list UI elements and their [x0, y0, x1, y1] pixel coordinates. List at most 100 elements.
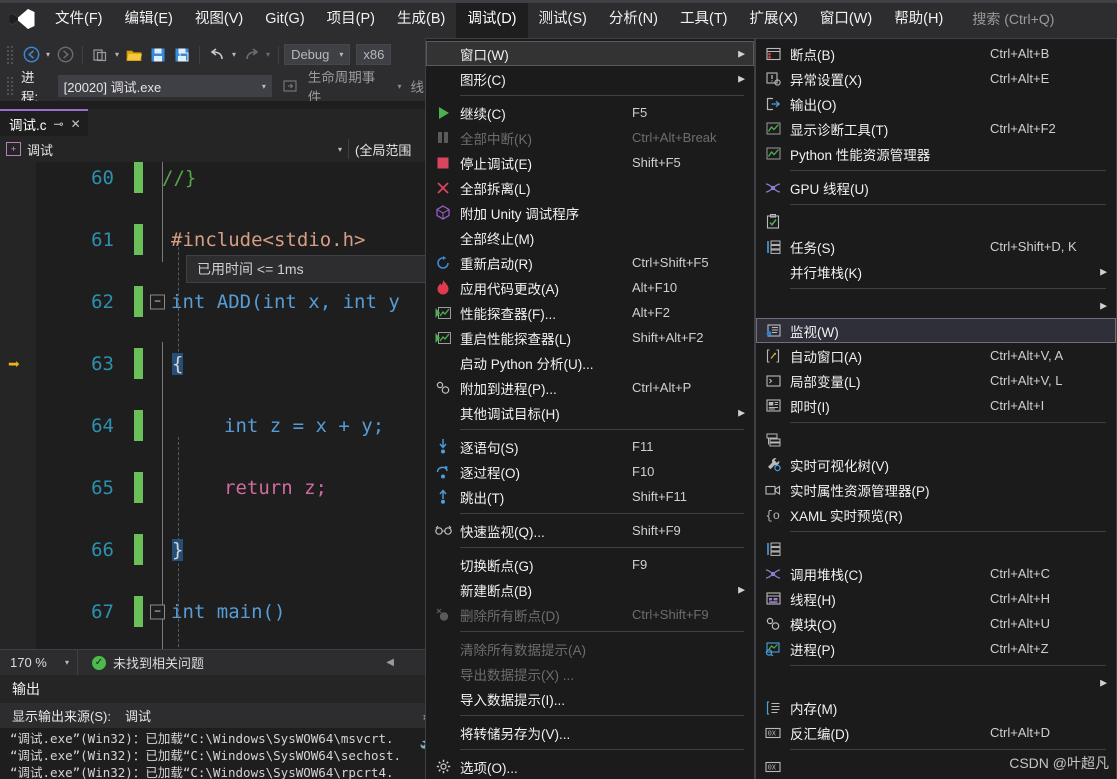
back-history-caret-icon[interactable]: ▾	[46, 50, 50, 59]
submenu-item-xaml-binding-failures[interactable]: {o} XAML 实时预览(R)	[756, 502, 1116, 527]
menubar-item-edit[interactable]: 编辑(E)	[114, 0, 184, 38]
undo-history-caret-icon[interactable]: ▾	[232, 50, 236, 59]
nav-scope-combo[interactable]: (全局范围	[349, 136, 417, 162]
menu-item-step-into[interactable]: 逐语句(S) F11	[426, 434, 754, 459]
menubar-item-tools[interactable]: 工具(T)	[669, 0, 739, 38]
menu-item-options[interactable]: 选项(O)...	[426, 754, 754, 779]
solution-platform-combo[interactable]: x86	[356, 44, 392, 65]
scroll-left-icon[interactable]: ◀	[386, 657, 394, 668]
menu-item-restart-performance-profiler[interactable]: 重启性能探查器(L) Shift+Alt+F2	[426, 325, 754, 350]
navigate-back-icon[interactable]	[19, 43, 43, 67]
code-line-66[interactable]: 66 }	[0, 534, 430, 565]
menubar-item-extensions[interactable]: 扩展(X)	[739, 0, 809, 38]
submenu-item-threads[interactable]: 调用堆栈(C) Ctrl+Alt+C	[756, 561, 1116, 586]
menu-item-toggle-breakpoint[interactable]: 切换断点(G) F9	[426, 552, 754, 577]
menu-item-restart[interactable]: 重新启动(R) Ctrl+Shift+F5	[426, 250, 754, 275]
save-icon[interactable]	[146, 43, 170, 67]
submenu-item-immediate[interactable]: 局部变量(L) Ctrl+Alt+V, L	[756, 368, 1116, 393]
submenu-item-breakpoints[interactable]: 断点(B) Ctrl+Alt+B	[756, 41, 1116, 66]
submenu-item-registers[interactable]: 0X 反汇编(D) Ctrl+Alt+D	[756, 720, 1116, 745]
pin-icon[interactable]: ⊸	[54, 117, 64, 131]
nav-project-combo[interactable]: + 调试 ▾	[0, 136, 348, 162]
open-file-icon[interactable]	[122, 43, 146, 67]
submenu-item-watch[interactable]: ▶	[756, 293, 1116, 318]
search-input[interactable]: 搜索 (Ctrl+Q)	[968, 7, 1117, 31]
menu-item-import-datatips[interactable]: 导入数据提示(I)...	[426, 686, 754, 711]
fold-toggle-icon[interactable]: −	[150, 294, 165, 309]
code-line-65[interactable]: 65 return z;	[0, 472, 430, 503]
new-project-icon[interactable]	[88, 43, 112, 67]
submenu-item-live-visual-tree[interactable]	[756, 427, 1116, 452]
solution-configuration-combo[interactable]: Debug ▾	[284, 44, 351, 65]
menubar-item-window[interactable]: 窗口(W)	[809, 0, 883, 38]
menubar-item-debug[interactable]: 调试(D)	[456, 0, 528, 38]
menu-item-new-breakpoint[interactable]: 新建断点(B) ▶	[426, 577, 754, 602]
menubar-item-project[interactable]: 项目(P)	[316, 0, 386, 38]
submenu-item-autos-window[interactable]: 监视(W)	[756, 318, 1116, 343]
menubar-item-view[interactable]: 视图(V)	[184, 0, 254, 38]
toolbar-grip[interactable]	[6, 44, 15, 65]
process-combo[interactable]: [20020] 调试.exe ▾	[57, 75, 272, 97]
submenu-item-diagnostic-analysis[interactable]: 进程(P) Ctrl+Alt+Z	[756, 636, 1116, 661]
document-tab-debug-c[interactable]: 调试.c ⊸ ✕	[0, 109, 88, 136]
redo-history-caret-icon[interactable]: ▾	[266, 50, 270, 59]
output-source-combo[interactable]: 调试	[119, 706, 157, 725]
menubar-item-test[interactable]: 测试(S)	[528, 0, 598, 38]
code-line-67[interactable]: 67 − int main()	[0, 596, 430, 627]
menu-item-other-debug-targets[interactable]: 其他调试目标(H) ▶	[426, 400, 754, 425]
menu-item-stop-debugging[interactable]: 停止调试(E) Shift+F5	[426, 150, 754, 175]
save-all-icon[interactable]	[170, 43, 194, 67]
code-line-62[interactable]: 62 − int ADD(int x, int y	[0, 286, 430, 317]
submenu-item-parallel-watch[interactable]: 并行堆栈(K) ▶	[756, 259, 1116, 284]
menu-item-attach-unity-debugger[interactable]: 附加 Unity 调试程序	[426, 200, 754, 225]
zoom-combo[interactable]: 170 % ▾	[0, 649, 78, 676]
menu-item-step-out[interactable]: 跳出(T) Shift+F11	[426, 484, 754, 509]
menu-item-quick-watch[interactable]: 快速监视(Q)... Shift+F9	[426, 518, 754, 543]
undo-icon[interactable]	[205, 43, 229, 67]
window-submenu-dropdown[interactable]: 断点(B) Ctrl+Alt+B 异常设置(X) Ctrl+Alt+E 输出(O…	[755, 38, 1117, 779]
submenu-item-modules[interactable]: 线程(H) Ctrl+Alt+H	[756, 586, 1116, 611]
menu-item-graphics[interactable]: 图形(C) ▶	[426, 66, 754, 91]
close-icon[interactable]: ✕	[71, 117, 81, 131]
menubar-item-analyze[interactable]: 分析(N)	[598, 0, 669, 38]
output-text-area[interactable]: “调试.exe”(Win32)：已加载“C:\Windows\SysWOW64\…	[0, 728, 430, 779]
submenu-item-gpu-threads[interactable]: GPU 线程(U)	[756, 175, 1116, 200]
menubar-item-file[interactable]: 文件(F)	[44, 0, 114, 38]
submenu-item-xaml-live-preview[interactable]: 实时属性资源管理器(P)	[756, 477, 1116, 502]
lifecycle-events-icon[interactable]	[278, 74, 302, 98]
submenu-item-memory[interactable]: ▶	[756, 670, 1116, 695]
fold-toggle-icon[interactable]: −	[150, 604, 165, 619]
debug-menu-dropdown[interactable]: 窗口(W) ▶ 图形(C) ▶ 继续(C) F5 全部中断(K) Ctrl+Al…	[425, 38, 755, 779]
submenu-item-call-stack[interactable]	[756, 536, 1116, 561]
submenu-item-python-performance-explorer[interactable]: Python 性能资源管理器	[756, 141, 1116, 166]
menu-item-step-over[interactable]: 逐过程(O) F10	[426, 459, 754, 484]
menubar-item-git[interactable]: Git(G)	[254, 0, 315, 38]
toolbar-grip[interactable]	[6, 76, 15, 96]
code-line-61[interactable]: 61 #include<stdio.h>	[0, 224, 430, 255]
redo-icon[interactable]	[239, 43, 263, 67]
submenu-item-locals[interactable]: 自动窗口(A) Ctrl+Alt+V, A	[756, 343, 1116, 368]
menu-item-terminate-all[interactable]: 全部终止(M)	[426, 225, 754, 250]
submenu-item-parallel-stacks[interactable]: 任务(S) Ctrl+Shift+D, K	[756, 234, 1116, 259]
submenu-item-tasks[interactable]	[756, 209, 1116, 234]
submenu-item-disassembly[interactable]: 内存(M)	[756, 695, 1116, 720]
submenu-item-live-property-explorer[interactable]: 实时可视化树(V)	[756, 452, 1116, 477]
menu-item-attach-to-process[interactable]: 附加到进程(P)... Ctrl+Alt+P	[426, 375, 754, 400]
menu-item-detach-all[interactable]: 全部拆离(L)	[426, 175, 754, 200]
code-line-63[interactable]: ➡ 63 {	[0, 348, 430, 379]
menubar-item-help[interactable]: 帮助(H)	[883, 0, 954, 38]
code-editor[interactable]: 60 //} 61 #include<stdio.h> 62 − int ADD…	[0, 162, 430, 649]
menu-item-save-dump-as[interactable]: 将转储另存为(V)...	[426, 720, 754, 745]
code-line-60[interactable]: 60 //}	[0, 162, 430, 193]
menu-item-apply-code-changes[interactable]: 应用代码更改(A) Alt+F10	[426, 275, 754, 300]
new-project-caret-icon[interactable]: ▾	[115, 50, 119, 59]
menu-item-performance-profiler[interactable]: 性能探查器(F)... Alt+F2	[426, 300, 754, 325]
chevron-down-icon[interactable]: ▾	[397, 82, 401, 91]
submenu-item-exception-settings[interactable]: 异常设置(X) Ctrl+Alt+E	[756, 66, 1116, 91]
submenu-item-show-diagnostic-tools[interactable]: 显示诊断工具(T) Ctrl+Alt+F2	[756, 116, 1116, 141]
submenu-item-processes[interactable]: 模块(O) Ctrl+Alt+U	[756, 611, 1116, 636]
menubar-item-build[interactable]: 生成(B)	[386, 0, 456, 38]
lifecycle-events-label[interactable]: 生命周期事件	[302, 71, 395, 101]
navigate-forward-icon[interactable]	[53, 43, 77, 67]
menu-item-start-python-analysis[interactable]: 启动 Python 分析(U)...	[426, 350, 754, 375]
